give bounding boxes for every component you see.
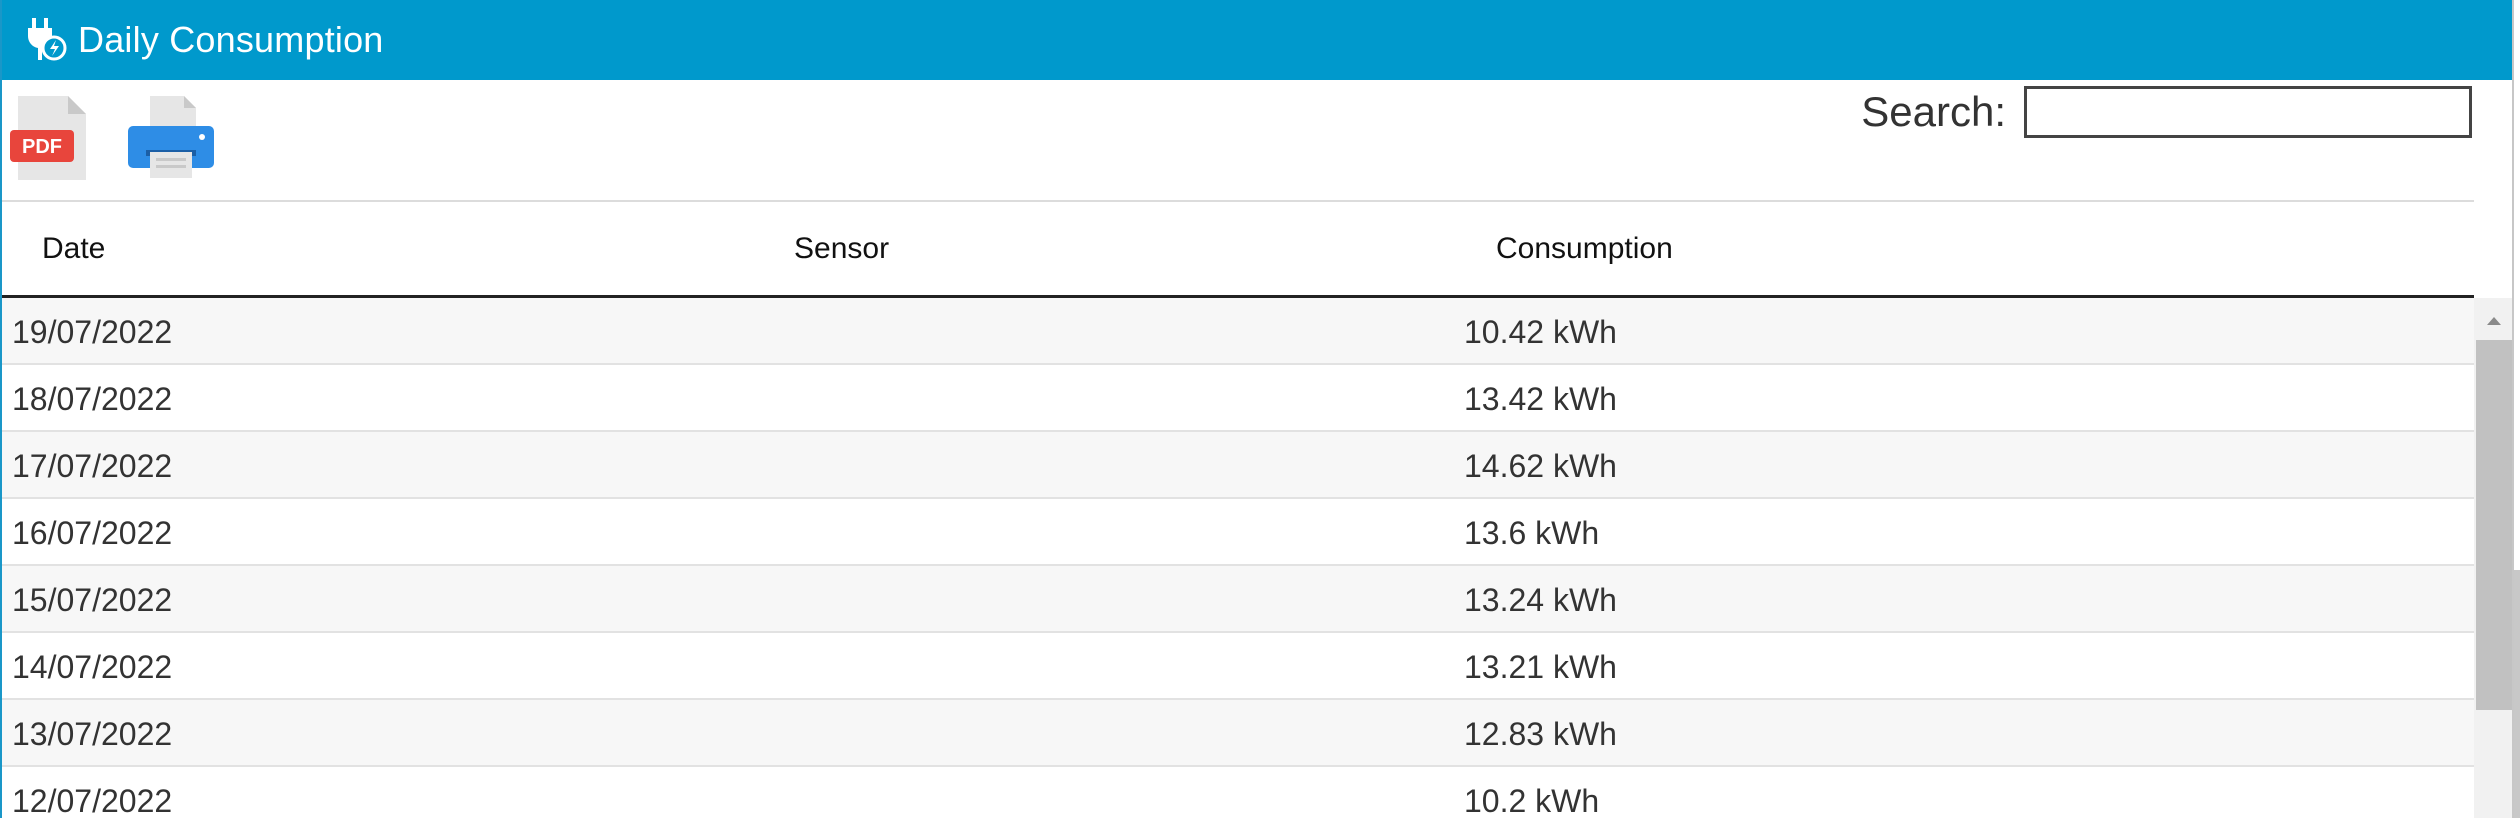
scrollbar-thumb[interactable] (2476, 340, 2512, 710)
table-row[interactable]: 16/07/2022 13.6 kWh (2, 499, 2474, 566)
cell-date: 16/07/2022 (12, 515, 173, 551)
pdf-file-icon[interactable]: PDF (10, 94, 92, 182)
scroll-up-arrow-icon[interactable] (2474, 308, 2514, 332)
cell-date: 15/07/2022 (12, 582, 173, 618)
table-header: Date Sensor Consumption (2, 202, 2474, 298)
search-label: Search: (1861, 88, 2006, 135)
cell-date: 19/07/2022 (12, 314, 173, 350)
printer-icon[interactable] (126, 94, 218, 182)
cell-consumption: 13.6 kWh (1464, 515, 1600, 551)
plug-bolt-icon (27, 18, 67, 61)
cell-consumption: 10.42 kWh (1464, 314, 1617, 350)
panel-header: Daily Consumption (2, 0, 2514, 80)
cell-date: 12/07/2022 (12, 783, 173, 818)
search-box: Search: (1861, 86, 2472, 138)
column-header-consumption[interactable]: Consumption (1496, 232, 1673, 266)
daily-consumption-panel: Daily Consumption PDF Search: Date Senso… (0, 0, 2514, 818)
table-row[interactable]: 13/07/2022 12.83 kWh (2, 700, 2474, 767)
column-header-date[interactable]: Date (42, 232, 105, 266)
cell-date: 13/07/2022 (12, 716, 173, 752)
cell-consumption: 10.2 kWh (1464, 783, 1600, 818)
table-scrollbar[interactable] (2474, 298, 2514, 818)
cell-date: 14/07/2022 (12, 649, 173, 685)
table-row[interactable]: 17/07/2022 14.62 kWh (2, 432, 2474, 499)
cell-consumption: 14.62 kWh (1464, 448, 1617, 484)
cell-consumption: 13.21 kWh (1464, 649, 1617, 685)
cell-date: 17/07/2022 (12, 448, 173, 484)
export-toolbar: PDF Search: (2, 80, 2472, 200)
table-row[interactable]: 19/07/2022 10.42 kWh (2, 298, 2474, 365)
cell-consumption: 13.42 kWh (1464, 381, 1617, 417)
page-scrollbar-thumb[interactable] (2514, 570, 2520, 818)
table-row[interactable]: 12/07/2022 10.2 kWh (2, 767, 2474, 818)
table-row[interactable]: 18/07/2022 13.42 kWh (2, 365, 2474, 432)
pdf-badge-text: PDF (22, 136, 62, 158)
cell-date: 18/07/2022 (12, 381, 173, 417)
search-input[interactable] (2024, 86, 2472, 138)
table-row[interactable]: 15/07/2022 13.24 kWh (2, 566, 2474, 633)
panel-title: Daily Consumption (78, 19, 384, 60)
cell-consumption: 13.24 kWh (1464, 582, 1617, 618)
cell-consumption: 12.83 kWh (1464, 716, 1617, 752)
table-body: 19/07/2022 10.42 kWh 18/07/2022 13.42 kW… (2, 298, 2474, 818)
column-header-sensor[interactable]: Sensor (794, 232, 889, 266)
table-row[interactable]: 14/07/2022 13.21 kWh (2, 633, 2474, 700)
